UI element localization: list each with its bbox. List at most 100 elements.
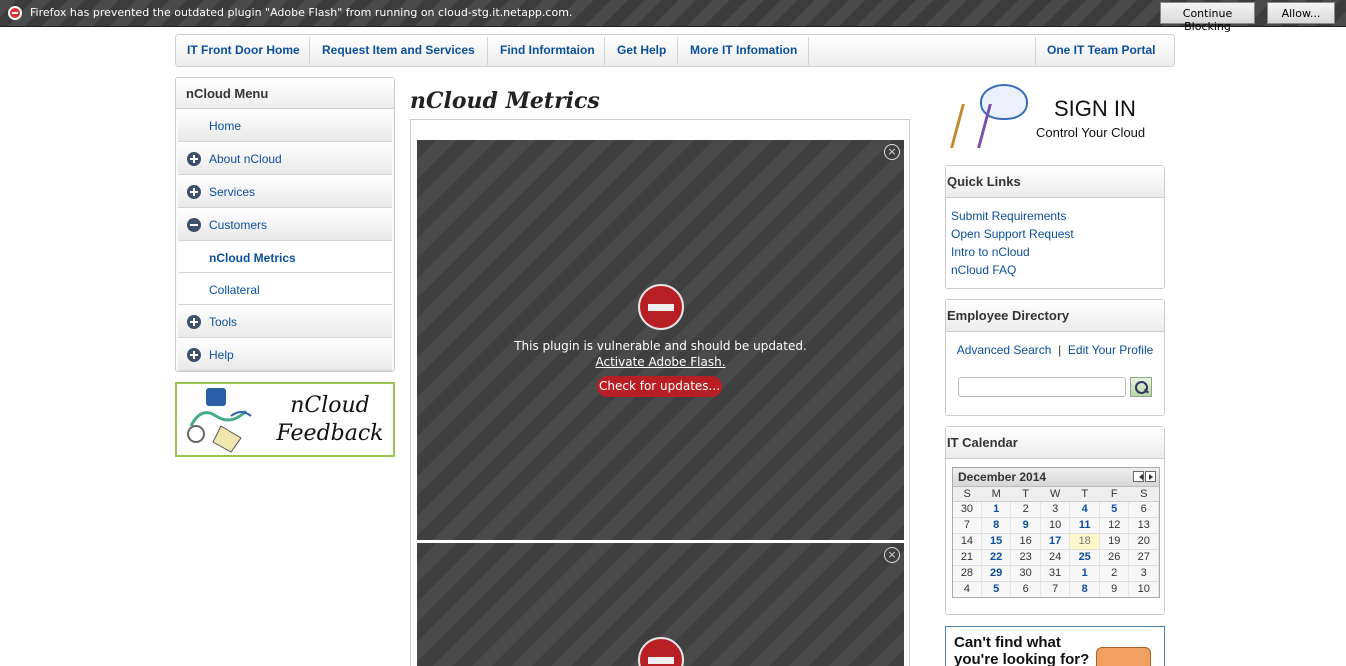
- sign-in-banner[interactable]: SIGN IN Control Your Cloud: [950, 80, 1165, 152]
- menu-item-label: About nCloud: [209, 152, 282, 166]
- menu-item-tools[interactable]: Tools: [178, 305, 392, 338]
- calendar-day[interactable]: 18: [1069, 532, 1100, 549]
- prev-month-icon[interactable]: [1133, 471, 1144, 482]
- menu-item-home[interactable]: Home: [178, 109, 392, 142]
- calendar-weekday: F: [1099, 487, 1129, 502]
- continue-blocking-button[interactable]: Continue Blocking: [1160, 2, 1255, 33]
- calendar-day[interactable]: 5: [981, 580, 1012, 597]
- next-month-icon[interactable]: [1145, 471, 1156, 482]
- calendar-day[interactable]: 4: [953, 580, 982, 597]
- calendar-day[interactable]: 25: [1069, 548, 1100, 565]
- calendar-day[interactable]: 10: [1128, 580, 1159, 597]
- calendar-day[interactable]: 29: [981, 564, 1012, 581]
- directory-search-input[interactable]: [958, 377, 1126, 397]
- calendar-day[interactable]: 9: [1010, 516, 1041, 533]
- menu-item-about-ncloud[interactable]: About nCloud: [178, 142, 392, 175]
- calendar-day[interactable]: 22: [981, 548, 1012, 565]
- quick-link-intro-to-ncloud[interactable]: Intro to nCloud: [951, 243, 1164, 261]
- calendar-day[interactable]: 23: [1010, 548, 1041, 565]
- calendar-day[interactable]: 14: [953, 532, 982, 549]
- calendar-day[interactable]: 27: [1128, 548, 1159, 565]
- calendar-week-row: 30 1 2 3 4 5 6: [953, 500, 1159, 517]
- calendar-day[interactable]: 13: [1128, 516, 1159, 533]
- quick-link-submit-requirements[interactable]: Submit Requirements: [951, 207, 1164, 225]
- calendar-day[interactable]: 19: [1099, 532, 1130, 549]
- calendar-day[interactable]: 26: [1099, 548, 1130, 565]
- expand-plus-icon[interactable]: [187, 185, 201, 199]
- calendar-day[interactable]: 2: [1010, 500, 1041, 517]
- calendar-day[interactable]: 28: [953, 564, 982, 581]
- advanced-search-link[interactable]: Advanced Search: [957, 343, 1052, 357]
- calendar-day[interactable]: 30: [1010, 564, 1041, 581]
- calendar-day[interactable]: 7: [953, 516, 982, 533]
- mailbox-icon: [1096, 647, 1151, 666]
- calendar-day[interactable]: 20: [1128, 532, 1159, 549]
- close-icon[interactable]: ×: [884, 144, 900, 160]
- calendar-day[interactable]: 4: [1069, 500, 1100, 517]
- calendar-day[interactable]: 6: [1010, 580, 1041, 597]
- feedback-illustration-icon: [187, 388, 252, 453]
- calendar-weekday: T: [1069, 487, 1100, 502]
- calendar-day[interactable]: 21: [953, 548, 982, 565]
- close-icon[interactable]: ×: [884, 547, 900, 563]
- menu-item-customers[interactable]: Customers: [178, 208, 392, 241]
- search-icon[interactable]: [1130, 377, 1152, 397]
- collapse-minus-icon[interactable]: [187, 218, 201, 232]
- calendar-day[interactable]: 3: [1128, 564, 1159, 581]
- calendar-day[interactable]: 3: [1040, 500, 1071, 517]
- nav-request-items[interactable]: Request Item and Services: [322, 35, 475, 66]
- nav-more-it-information[interactable]: More IT Infomation: [690, 35, 797, 66]
- expand-plus-icon[interactable]: [187, 315, 201, 329]
- calendar-day[interactable]: 6: [1128, 500, 1159, 517]
- menu-item-services[interactable]: Services: [178, 175, 392, 208]
- menu-item-help[interactable]: Help: [178, 338, 392, 371]
- calendar-day[interactable]: 31: [1040, 564, 1071, 581]
- menu-item-label: Home: [209, 119, 242, 133]
- calendar-day[interactable]: 17: [1040, 532, 1071, 549]
- notification-message: Firefox has prevented the outdated plugi…: [30, 6, 573, 19]
- quick-link-open-support-request[interactable]: Open Support Request: [951, 225, 1164, 243]
- allow-button[interactable]: Allow...: [1267, 2, 1335, 24]
- edit-profile-link[interactable]: Edit Your Profile: [1068, 343, 1153, 357]
- calendar-day[interactable]: 8: [981, 516, 1012, 533]
- sign-in-subtitle: Control Your Cloud: [1036, 125, 1146, 140]
- calendar-day[interactable]: 30: [953, 500, 982, 517]
- calendar-day[interactable]: 16: [1010, 532, 1041, 549]
- nav-it-front-door[interactable]: IT Front Door Home: [187, 35, 300, 66]
- calendar-day[interactable]: 12: [1099, 516, 1130, 533]
- expand-plus-icon[interactable]: [187, 152, 201, 166]
- calendar-day[interactable]: 5: [1099, 500, 1130, 517]
- calendar-day[interactable]: 24: [1040, 548, 1071, 565]
- directory-links: Advanced Search | Edit Your Profile: [946, 341, 1164, 359]
- sign-in-title: SIGN IN: [1054, 96, 1136, 121]
- nav-one-it-team-portal[interactable]: One IT Team Portal: [1047, 35, 1155, 66]
- quick-link-ncloud-faq[interactable]: nCloud FAQ: [951, 261, 1164, 279]
- calendar-day[interactable]: 1: [1069, 564, 1100, 581]
- calendar-day[interactable]: 2: [1099, 564, 1130, 581]
- nav-divider: [309, 37, 310, 65]
- calendar-day[interactable]: 10: [1040, 516, 1071, 533]
- calendar-day[interactable]: 11: [1069, 516, 1100, 533]
- menu-item-collateral[interactable]: Collateral: [178, 273, 392, 305]
- blocked-flash-plugin[interactable]: ×: [417, 543, 904, 666]
- nav-get-help[interactable]: Get Help: [617, 35, 666, 66]
- calendar-day[interactable]: 1: [981, 500, 1012, 517]
- check-for-updates-button[interactable]: Check for updates...: [597, 376, 722, 397]
- cant-find-line1: Can't find what: [954, 634, 1061, 651]
- calendar-day[interactable]: 7: [1040, 580, 1071, 597]
- calendar-day[interactable]: 15: [981, 532, 1012, 549]
- ncloud-feedback-banner[interactable]: nCloud Feedback: [175, 382, 395, 457]
- expand-plus-icon[interactable]: [187, 348, 201, 362]
- calendar-header: December 2014: [953, 468, 1159, 487]
- calendar-day[interactable]: 8: [1069, 580, 1100, 597]
- menu-item-label: Help: [209, 348, 234, 362]
- menu-item-ncloud-metrics[interactable]: nCloud Metrics: [178, 241, 392, 273]
- blocked-flash-plugin[interactable]: × This plugin is vulnerable and should b…: [417, 140, 904, 540]
- calendar-weekday: S: [953, 487, 982, 502]
- calendar-day[interactable]: 9: [1099, 580, 1130, 597]
- it-calendar-panel: IT Calendar December 2014 SMTWTFS 30 1 2 3 4…: [945, 426, 1165, 615]
- cant-find-banner[interactable]: Can't find what you're looking for?: [945, 626, 1165, 666]
- nav-find-information[interactable]: Find Informtaion: [500, 35, 595, 66]
- calendar-week-row: 21 22 23 24 25 26 27: [953, 548, 1159, 565]
- activate-flash-link[interactable]: Activate Adobe Flash.: [417, 355, 904, 369]
